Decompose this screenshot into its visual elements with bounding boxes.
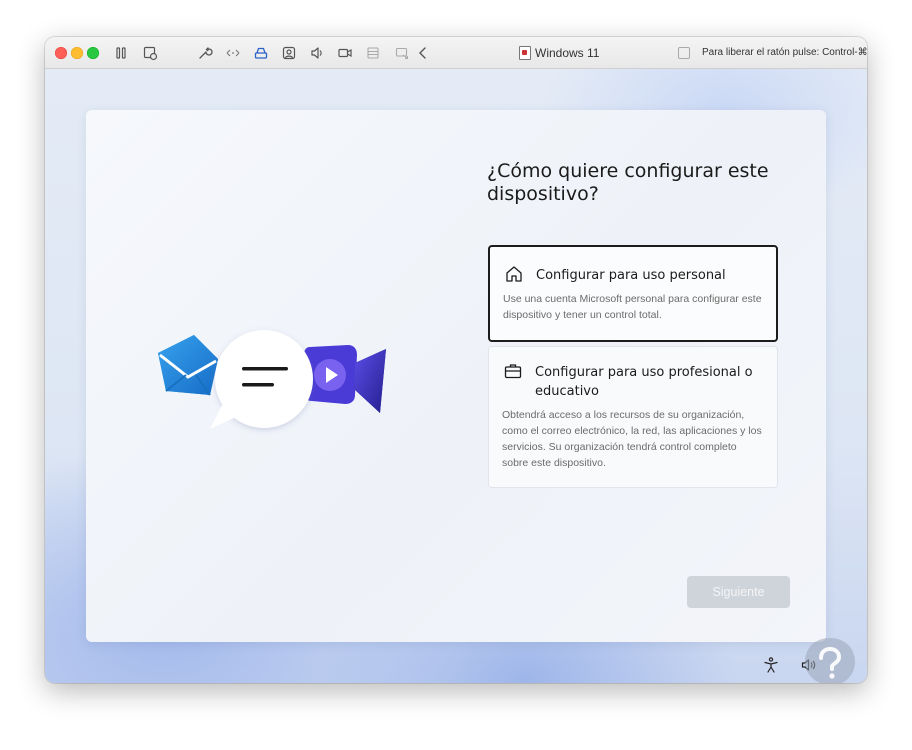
option-title: Configurar para uso personal	[536, 268, 726, 283]
camera-icon[interactable]	[337, 45, 353, 61]
option-title: Configurar para uso profesional o educat…	[535, 365, 753, 399]
speaker-icon[interactable]	[309, 45, 325, 61]
accessibility-icon[interactable]	[762, 656, 780, 674]
snapshot-icon[interactable]	[142, 45, 158, 61]
user-icon[interactable]	[281, 45, 297, 61]
option-description: Use una cuenta Microsoft personal para c…	[503, 293, 762, 321]
vm-document-icon	[519, 46, 531, 60]
window-title-text: Windows 11	[535, 46, 600, 60]
printer-icon[interactable]	[365, 45, 381, 61]
mail-icon	[158, 335, 218, 396]
network-icon[interactable]	[225, 45, 241, 61]
window-title: Windows 11	[519, 45, 599, 61]
option-work-school-use[interactable]: Configurar para uso profesional o educat…	[488, 346, 778, 488]
display-icon[interactable]	[394, 45, 410, 61]
drive-icon[interactable]	[253, 45, 269, 61]
home-icon	[504, 264, 524, 284]
chat-bubble-icon	[210, 330, 313, 429]
pause-icon[interactable]	[113, 45, 129, 61]
zoom-window-button[interactable]	[87, 47, 99, 59]
option-description: Obtendrá acceso a los recursos de su org…	[502, 409, 762, 469]
vm-titlebar: Windows 11 Para liberar el ratón pulse: …	[45, 37, 867, 69]
minimize-window-button[interactable]	[71, 47, 83, 59]
vm-display[interactable]: ¿Cómo quiere configurar este dispositivo…	[45, 69, 867, 683]
wrench-icon[interactable]	[197, 45, 213, 61]
release-mouse-hint: Para liberar el ratón pulse: Control-⌘	[702, 47, 867, 58]
oobe-panel: ¿Cómo quiere configurar este dispositivo…	[86, 110, 826, 642]
option-personal-use[interactable]: Configurar para uso personal Use una cue…	[488, 245, 778, 342]
watermark-logo-icon	[805, 638, 855, 683]
next-button[interactable]: Siguiente	[687, 576, 790, 608]
page-title: ¿Cómo quiere configurar este dispositivo…	[487, 160, 769, 205]
chevron-left-icon[interactable]	[415, 45, 431, 61]
briefcase-icon	[503, 361, 523, 381]
close-window-button[interactable]	[55, 47, 67, 59]
vm-window: Windows 11 Para liberar el ratón pulse: …	[45, 37, 867, 683]
video-icon	[303, 345, 386, 413]
illustration-apps-icon	[158, 330, 386, 429]
copy-icon	[678, 47, 690, 59]
